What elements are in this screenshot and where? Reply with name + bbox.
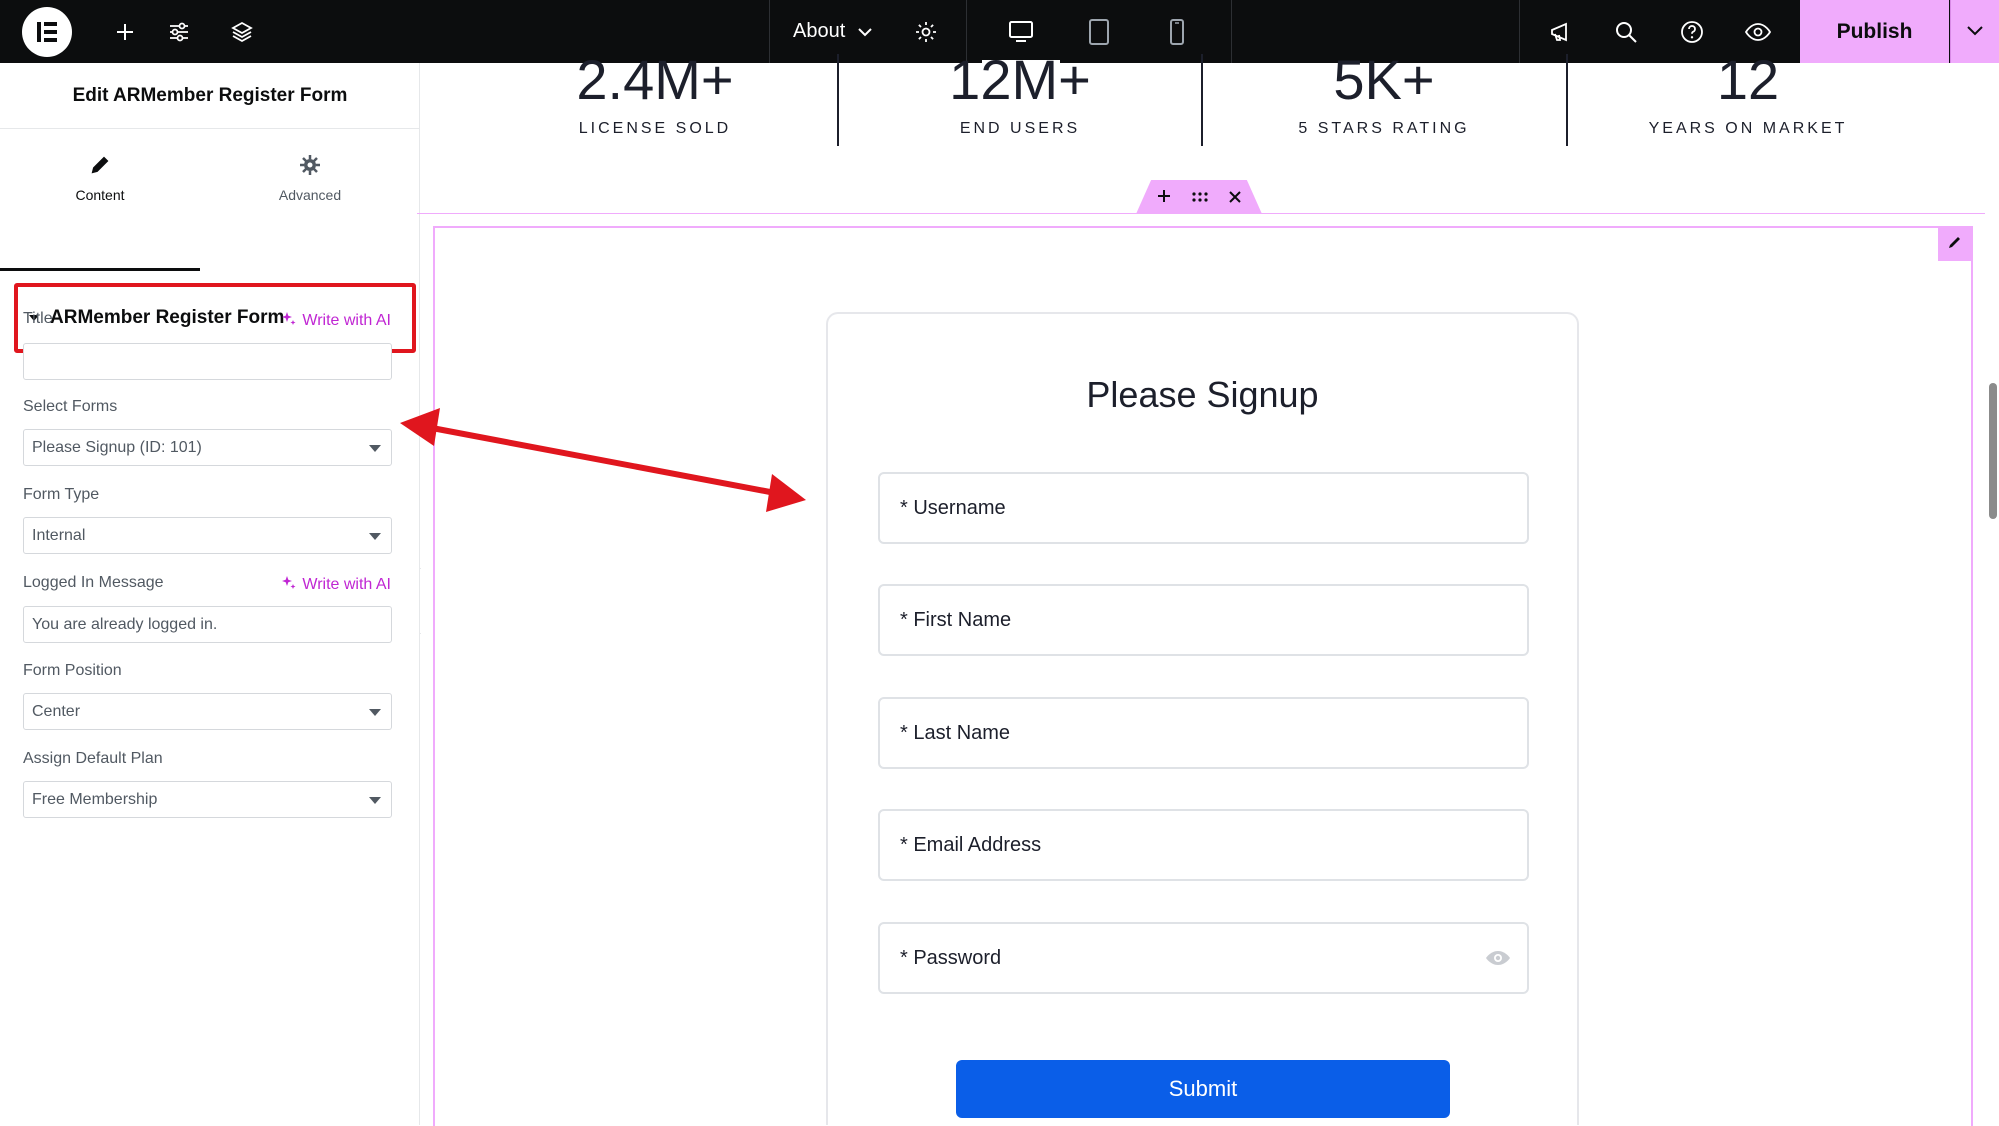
plus-icon[interactable] xyxy=(1157,187,1171,208)
panel-title: Edit ARMember Register Form xyxy=(0,63,420,129)
field-placeholder: * Username xyxy=(900,496,1006,519)
form-type-dropdown[interactable]: Internal xyxy=(23,517,392,554)
write-with-ai-link[interactable]: Write with AI xyxy=(281,310,391,331)
sparkle-icon xyxy=(281,310,297,331)
close-icon[interactable] xyxy=(1229,187,1241,208)
stat-divider xyxy=(1201,54,1203,146)
pencil-icon xyxy=(89,154,111,179)
tab-advanced[interactable]: Advanced xyxy=(210,143,410,213)
gear-icon xyxy=(299,154,321,179)
form-type-value: Internal xyxy=(32,526,86,544)
drag-icon[interactable] xyxy=(1191,187,1209,208)
form-position-dropdown[interactable]: Center xyxy=(23,693,392,730)
username-field[interactable]: * Username xyxy=(878,472,1529,544)
active-tab-indicator xyxy=(0,268,200,271)
edit-widget-button[interactable] xyxy=(1938,228,1971,261)
stat-value: 12M+ xyxy=(949,48,1091,111)
editor-panel: Edit ARMember Register Form Content Adva… xyxy=(0,63,420,1125)
stat-divider xyxy=(837,54,839,146)
field-placeholder: * Password xyxy=(900,946,1002,969)
chevron-down-icon xyxy=(857,20,873,43)
logged-in-message-input[interactable]: You are already logged in. xyxy=(23,606,392,643)
layers-icon[interactable] xyxy=(217,0,267,63)
stat-value: 5K+ xyxy=(1333,48,1435,111)
first-name-field[interactable]: * First Name xyxy=(878,584,1529,656)
panel-tabs: Content Advanced xyxy=(0,129,420,271)
select-forms-label: Select Forms xyxy=(23,398,118,415)
stat-label: LICENSE SOLD xyxy=(578,120,732,137)
stat-item: 5K+ 5 STARS RATING xyxy=(1234,52,1534,138)
last-name-field[interactable]: * Last Name xyxy=(878,697,1529,769)
form-position-label: Form Position xyxy=(23,662,122,679)
stat-label: 5 STARS RATING xyxy=(1298,120,1470,137)
ai-label: Write with AI xyxy=(302,575,391,593)
chevron-down-icon xyxy=(1966,23,1984,41)
tab-label: Advanced xyxy=(278,186,342,203)
sliders-icon[interactable] xyxy=(154,0,204,63)
write-with-ai-link[interactable]: Write with AI xyxy=(281,574,391,595)
show-password-icon[interactable] xyxy=(1485,948,1511,974)
stat-value: 2.4M+ xyxy=(576,48,734,111)
publish-options-button[interactable] xyxy=(1950,0,1999,63)
elementor-logo-icon[interactable] xyxy=(22,7,72,57)
field-placeholder: * Last Name xyxy=(900,721,1011,744)
form-title: Please Signup xyxy=(1086,374,1319,415)
section-handle xyxy=(1136,180,1262,214)
section-title: ARMember Register Form xyxy=(50,307,285,328)
stat-item: 2.4M+ LICENSE SOLD xyxy=(505,52,805,138)
stat-item: 12M+ END USERS xyxy=(870,52,1170,138)
stat-item: 12 YEARS ON MARKET xyxy=(1598,52,1898,138)
stat-label: END USERS xyxy=(959,120,1081,137)
canvas-scrollbar[interactable] xyxy=(1989,383,1997,519)
title-input[interactable] xyxy=(23,343,392,380)
stat-divider xyxy=(1566,54,1568,146)
email-field[interactable]: * Email Address xyxy=(878,809,1529,881)
logged-in-message-label: Logged In Message xyxy=(23,574,164,591)
page-label: About xyxy=(793,20,846,42)
stat-label: YEARS ON MARKET xyxy=(1648,120,1848,137)
field-placeholder: * Email Address xyxy=(900,833,1042,856)
plus-icon[interactable] xyxy=(100,0,150,63)
field-placeholder: * First Name xyxy=(900,608,1012,631)
form-position-value: Center xyxy=(32,702,81,720)
divider xyxy=(1231,0,1232,63)
tab-content[interactable]: Content xyxy=(0,143,200,213)
page-selector[interactable]: About xyxy=(793,0,873,63)
pencil-icon xyxy=(1947,234,1963,255)
signup-form-card: Please Signup * Username * First Name * … xyxy=(826,312,1579,1125)
ai-label: Write with AI xyxy=(302,311,391,329)
notifications-icon[interactable] xyxy=(1537,0,1585,63)
select-forms-value: Please Signup (ID: 101) xyxy=(32,438,202,456)
default-plan-label: Assign Default Plan xyxy=(23,750,163,767)
form-type-label: Form Type xyxy=(23,486,100,503)
default-plan-value: Free Membership xyxy=(32,790,158,808)
submit-button[interactable]: Submit xyxy=(956,1060,1450,1118)
select-forms-dropdown[interactable]: Please Signup (ID: 101) xyxy=(23,429,392,466)
password-field[interactable]: * Password xyxy=(878,922,1529,994)
title-label: Title xyxy=(23,310,53,327)
stat-value: 12 xyxy=(1716,48,1780,111)
tab-label: Content xyxy=(75,186,125,203)
default-plan-dropdown[interactable]: Free Membership xyxy=(23,781,392,818)
sparkle-icon xyxy=(281,574,297,595)
